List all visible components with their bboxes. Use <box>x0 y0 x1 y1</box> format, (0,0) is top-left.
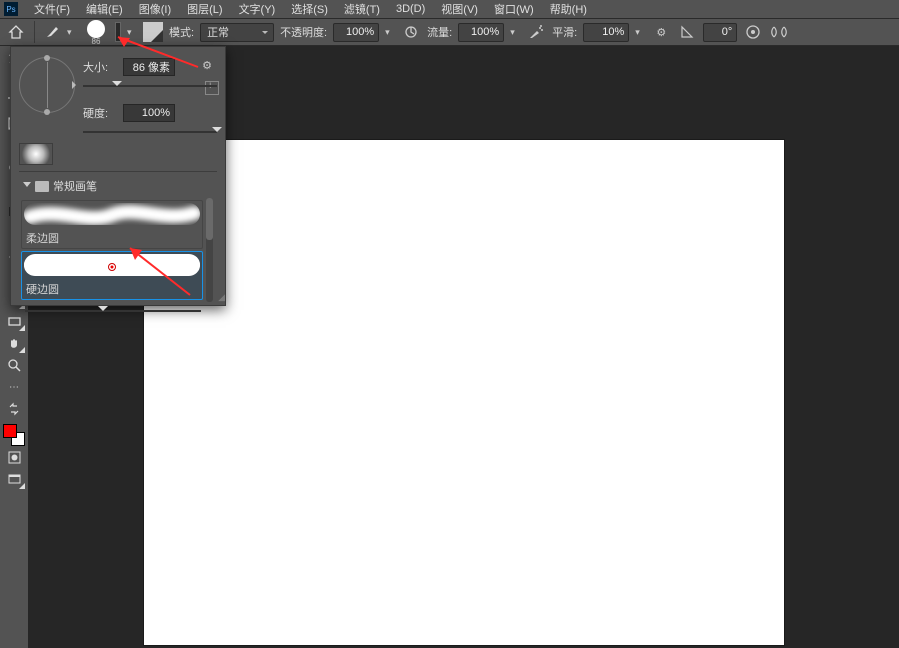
home-button[interactable] <box>6 22 26 42</box>
size-slider[interactable] <box>83 81 217 91</box>
angle-icon[interactable] <box>677 22 697 42</box>
menu-image[interactable]: 图像(I) <box>131 1 179 17</box>
brush-preset-picker[interactable]: 86 <box>83 18 109 46</box>
menu-filter[interactable]: 滤镜(T) <box>336 1 388 17</box>
angle-handle-icon[interactable] <box>44 55 50 61</box>
brush-list-scrollbar[interactable] <box>206 198 213 302</box>
brush-folder[interactable]: 常规画笔 <box>19 176 217 198</box>
menu-edit[interactable]: 编辑(E) <box>78 1 131 17</box>
menu-text[interactable]: 文字(Y) <box>231 1 284 17</box>
menu-bar: Ps 文件(F) 编辑(E) 图像(I) 图层(L) 文字(Y) 选择(S) 滤… <box>0 0 899 18</box>
artboard[interactable] <box>144 140 784 645</box>
panel-gear-icon[interactable]: ⚙ <box>197 55 217 75</box>
brush-preset-chevron-icon[interactable]: ▾ <box>127 27 137 38</box>
brush-panel-toggle-icon[interactable] <box>143 22 163 42</box>
blend-mode-select[interactable]: 正常 <box>200 23 274 42</box>
menu-view[interactable]: 视图(V) <box>433 1 486 17</box>
smoothing-chevron-icon[interactable]: ▾ <box>635 27 645 38</box>
menu-file[interactable]: 文件(F) <box>26 1 78 17</box>
pressure-opacity-icon[interactable] <box>401 22 421 42</box>
brush-item-label: 硬边圆 <box>24 279 200 297</box>
brush-angle-control[interactable] <box>19 57 75 113</box>
angle-handle-icon[interactable] <box>44 109 50 115</box>
brush-item-soft[interactable]: 柔边圆 <box>21 200 203 249</box>
brush-preset-panel: ⚙ 大小: 86 像素 硬度: 100% 常规画笔 <box>10 46 226 306</box>
hardness-slider[interactable] <box>83 127 217 137</box>
blend-mode-value: 正常 <box>207 24 229 40</box>
opacity-label: 不透明度: <box>280 24 327 40</box>
size-field[interactable]: 86 像素 <box>123 58 175 76</box>
disclosure-triangle-icon[interactable] <box>23 182 31 190</box>
folder-label: 常规画笔 <box>53 178 97 194</box>
app-logo: Ps <box>4 2 18 16</box>
menu-help[interactable]: 帮助(H) <box>542 1 595 17</box>
hardness-field[interactable]: 100% <box>123 104 175 122</box>
separator <box>34 21 35 43</box>
smoothing-label: 平滑: <box>552 24 577 40</box>
opacity-chevron-icon[interactable]: ▾ <box>385 27 395 38</box>
opacity-field[interactable]: 100% <box>333 23 379 42</box>
color-swap-icon[interactable] <box>2 398 26 420</box>
brush-hardness-preview-icon <box>115 22 121 42</box>
angle-field[interactable]: 0° <box>703 23 737 42</box>
brush-tip-preview-icon <box>87 20 105 38</box>
angle-arrow-icon <box>72 81 80 89</box>
flow-field[interactable]: 100% <box>458 23 504 42</box>
brush-tree: 常规画笔 柔边圆 硬边圆 <box>19 171 217 302</box>
tool-hand[interactable] <box>2 332 26 354</box>
color-swatches[interactable] <box>3 424 25 446</box>
brush-list[interactable]: 柔边圆 硬边圆 <box>19 198 217 302</box>
brush-item-label: 柔边圆 <box>24 228 200 246</box>
mode-label: 模式: <box>169 24 194 40</box>
options-bar: ▾ 86 ▾ 模式: 正常 不透明度: 100% ▾ 流量: 100% ▾ 平滑… <box>0 18 899 46</box>
screen-mode-icon[interactable] <box>2 468 26 490</box>
brush-tip-preview <box>19 143 53 165</box>
tool-edit-toolbar[interactable]: ⋯ <box>2 376 26 398</box>
tool-indicator-brush-icon[interactable] <box>43 23 61 41</box>
foreground-color-swatch[interactable] <box>3 424 17 438</box>
smoothing-field[interactable]: 10% <box>583 23 629 42</box>
resize-grip-icon[interactable]: ◢ <box>218 292 223 303</box>
symmetry-icon[interactable] <box>769 22 789 42</box>
menu-window[interactable]: 窗口(W) <box>486 1 542 17</box>
brush-item-hard[interactable]: 硬边圆 <box>21 251 203 300</box>
menu-select[interactable]: 选择(S) <box>283 1 336 17</box>
scrollbar-thumb[interactable] <box>206 198 213 240</box>
folder-icon <box>35 181 49 192</box>
size-label: 大小: <box>83 59 117 75</box>
airbrush-icon[interactable] <box>526 22 546 42</box>
quick-mask-icon[interactable] <box>2 446 26 468</box>
menu-layer[interactable]: 图层(L) <box>179 1 230 17</box>
thumbnail-size-slider[interactable] <box>19 306 217 316</box>
menu-3d[interactable]: 3D(D) <box>388 3 433 15</box>
flow-label: 流量: <box>427 24 452 40</box>
tool-picker-chevron-icon[interactable]: ▾ <box>67 27 77 38</box>
tool-zoom[interactable] <box>2 354 26 376</box>
pressure-size-icon[interactable] <box>743 22 763 42</box>
brush-size-badge: 86 <box>92 38 101 46</box>
flow-chevron-icon[interactable]: ▾ <box>510 27 520 38</box>
hardness-label: 硬度: <box>83 105 117 121</box>
smoothing-gear-icon[interactable]: ⚙ <box>651 22 671 42</box>
